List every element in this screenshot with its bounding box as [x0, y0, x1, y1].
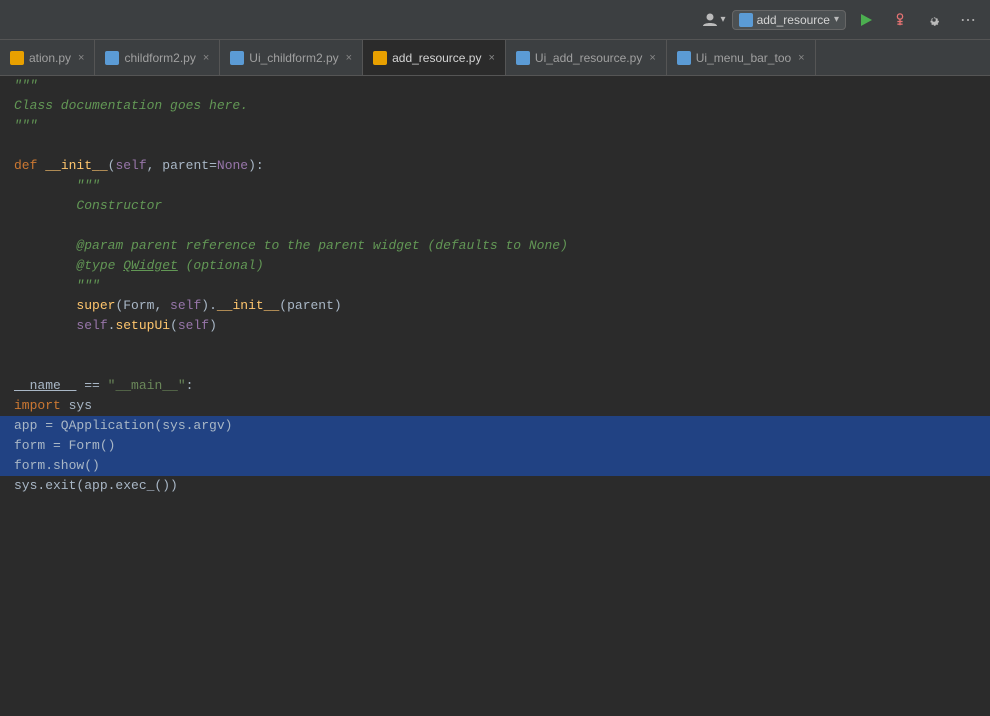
line-text: """	[4, 116, 990, 136]
line-text	[4, 216, 990, 236]
tab-childform2-py[interactable]: childform2.py ×	[95, 40, 220, 75]
line-text: Constructor	[4, 196, 990, 216]
line-text	[4, 136, 990, 156]
tab-icon	[677, 51, 691, 65]
tab-label: ation.py	[29, 51, 71, 65]
chevron-icon: ▾	[721, 14, 726, 25]
config-icon	[739, 13, 753, 27]
user-menu[interactable]: ▾	[702, 12, 726, 28]
code-line: """	[0, 76, 990, 96]
run-icon	[859, 13, 873, 27]
tab-label: Ui_menu_bar_too	[696, 51, 791, 65]
code-line: """	[0, 116, 990, 136]
line-text: Class documentation goes here.	[4, 96, 990, 116]
tab-icon	[230, 51, 244, 65]
code-line: @type QWidget (optional)	[0, 256, 990, 276]
close-icon[interactable]: ×	[488, 52, 494, 64]
code-line: """	[0, 176, 990, 196]
tab-ui-childform2-py[interactable]: Ui_childform2.py ×	[220, 40, 363, 75]
tab-bar: ation.py × childform2.py × Ui_childform2…	[0, 40, 990, 76]
run-config-chevron: ▾	[834, 14, 839, 25]
run-config-selector[interactable]: add_resource ▾	[732, 10, 846, 30]
tab-label: childform2.py	[124, 51, 195, 65]
line-text: sys.exit(app.exec_())	[4, 476, 990, 496]
code-line: super(Form, self).__init__(parent)	[0, 296, 990, 316]
tab-ation-py[interactable]: ation.py ×	[0, 40, 95, 75]
line-text: app = QApplication(sys.argv)	[4, 416, 990, 436]
more-icon	[961, 13, 975, 27]
line-text: __name__ == "__main__":	[4, 376, 990, 396]
settings-button[interactable]	[920, 6, 948, 34]
tab-label: Ui_add_resource.py	[535, 51, 642, 65]
close-icon[interactable]: ×	[346, 52, 352, 64]
code-line	[0, 216, 990, 236]
code-line	[0, 356, 990, 376]
line-text: form = Form()	[4, 436, 990, 456]
line-text: form.show()	[4, 456, 990, 476]
line-text: """	[4, 76, 990, 96]
close-icon[interactable]: ×	[798, 52, 804, 64]
line-text: super(Form, self).__init__(parent)	[4, 296, 990, 316]
code-line: def __init__(self, parent=None):	[0, 156, 990, 176]
tab-icon	[516, 51, 530, 65]
line-text: self.setupUi(self)	[4, 316, 990, 336]
debug-button[interactable]	[886, 6, 914, 34]
code-line	[0, 336, 990, 356]
tab-label: Ui_childform2.py	[249, 51, 338, 65]
line-text: """	[4, 176, 990, 196]
code-editor[interactable]: """ Class documentation goes here. """ d…	[0, 76, 990, 716]
tab-ui-add-resource-py[interactable]: Ui_add_resource.py ×	[506, 40, 667, 75]
tab-icon	[373, 51, 387, 65]
code-line-highlighted: form.show()	[0, 456, 990, 476]
line-text: import sys	[4, 396, 990, 416]
code-line: @param parent reference to the parent wi…	[0, 236, 990, 256]
code-line-highlighted: app = QApplication(sys.argv)	[0, 416, 990, 436]
line-text: """	[4, 276, 990, 296]
close-icon[interactable]: ×	[649, 52, 655, 64]
code-line: __name__ == "__main__":	[0, 376, 990, 396]
code-line	[0, 136, 990, 156]
code-line: import sys	[0, 396, 990, 416]
close-icon[interactable]: ×	[203, 52, 209, 64]
run-config-label: add_resource	[757, 13, 830, 27]
code-line: self.setupUi(self)	[0, 316, 990, 336]
code-line-highlighted: form = Form()	[0, 436, 990, 456]
line-text: @param parent reference to the parent wi…	[4, 236, 990, 256]
code-line: sys.exit(app.exec_())	[0, 476, 990, 496]
code-line: Constructor	[0, 196, 990, 216]
line-text: def __init__(self, parent=None):	[4, 156, 990, 176]
settings-icon	[927, 13, 941, 27]
tab-icon	[10, 51, 24, 65]
code-line: Class documentation goes here.	[0, 96, 990, 116]
tab-ui-menu-bar[interactable]: Ui_menu_bar_too ×	[667, 40, 816, 75]
line-text	[4, 336, 990, 356]
run-button[interactable]	[852, 6, 880, 34]
toolbar: ▾ add_resource ▾	[0, 0, 990, 40]
close-icon[interactable]: ×	[78, 52, 84, 64]
tab-add-resource-py[interactable]: add_resource.py ×	[363, 40, 506, 75]
tab-icon	[105, 51, 119, 65]
line-text: @type QWidget (optional)	[4, 256, 990, 276]
user-icon	[702, 12, 718, 28]
code-content: """ Class documentation goes here. """ d…	[0, 76, 990, 716]
more-button[interactable]	[954, 6, 982, 34]
debug-icon	[893, 13, 907, 27]
tab-label: add_resource.py	[392, 51, 481, 65]
code-line: """	[0, 276, 990, 296]
line-text	[4, 356, 990, 376]
